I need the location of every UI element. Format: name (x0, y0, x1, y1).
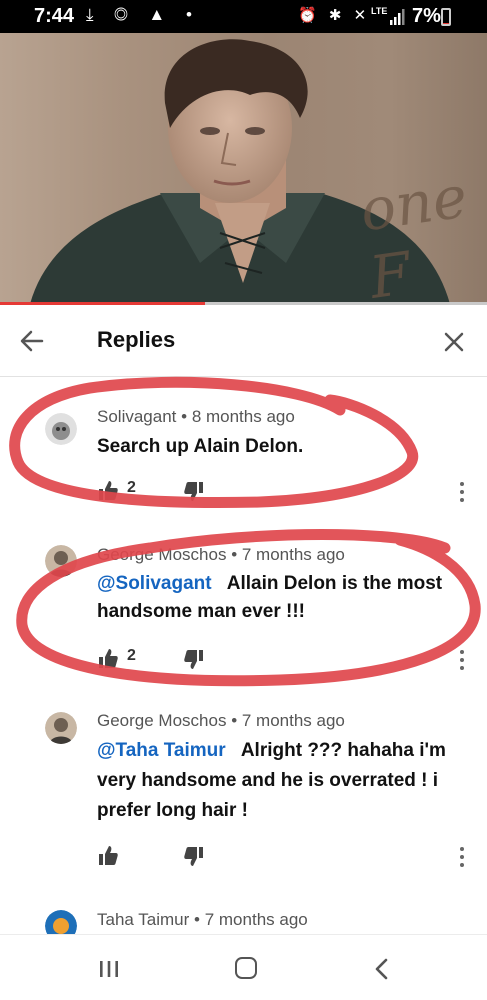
reply-author[interactable]: George Moschos (97, 711, 226, 730)
thumbs-up-icon[interactable] (97, 844, 119, 866)
video-player[interactable]: one F (0, 33, 487, 304)
replies-header: Replies (0, 305, 487, 377)
reply-item: Solivagant • 8 months ago Search up Alai… (0, 395, 487, 515)
back-icon[interactable] (372, 957, 392, 981)
close-icon[interactable] (441, 329, 467, 355)
reply-meta: Taha Taimur • 7 months ago (97, 910, 308, 930)
more-vertical-icon[interactable] (455, 649, 469, 671)
system-icons: ⏰ ✱ ✕ (298, 7, 371, 24)
battery-percent: 7% (412, 5, 441, 27)
thumbs-down-icon[interactable] (183, 649, 205, 671)
page-title: Replies (97, 327, 176, 352)
system-navigation-bar (0, 934, 487, 1000)
reply-text: @Solivagant Allain Delon is the most han… (97, 570, 469, 626)
meta-separator: • (194, 910, 200, 929)
reply-author[interactable]: Solivagant (97, 407, 176, 426)
like-count: 2 (127, 647, 136, 664)
more-vertical-icon[interactable] (455, 481, 469, 503)
reply-time: 7 months ago (204, 910, 308, 929)
thumbs-down-icon[interactable] (183, 481, 205, 503)
thumbs-down-icon[interactable] (183, 846, 205, 868)
video-background-text: one F (356, 162, 472, 304)
meta-separator: • (231, 545, 238, 564)
notification-icons: ⤓ ◎ ▲ • (86, 5, 200, 24)
reply-meta: George Moschos • 7 months ago (97, 711, 345, 731)
reply-mention-link[interactable]: @Solivagant (97, 573, 212, 594)
reply-mention-link[interactable]: @Taha Taimur (97, 740, 226, 761)
battery-icon (441, 8, 451, 26)
reply-meta: Solivagant • 8 months ago (97, 407, 295, 427)
reply-item: George Moschos • 7 months ago @Solivagan… (0, 535, 487, 675)
reply-author[interactable]: George Moschos (97, 545, 226, 564)
avatar[interactable] (45, 413, 77, 445)
reply-text: @Taha Taimur Alright ??? hahaha i'm very… (97, 736, 469, 826)
reply-meta: George Moschos • 7 months ago (97, 545, 345, 565)
arrow-left-icon[interactable] (18, 327, 46, 355)
reply-time: 7 months ago (241, 545, 345, 564)
more-vertical-icon[interactable] (455, 846, 469, 868)
reply-text: Search up Alain Delon. (97, 433, 469, 461)
reply-time: 8 months ago (191, 407, 295, 426)
avatar[interactable] (45, 910, 77, 934)
reply-actions: 2 (97, 479, 227, 503)
like-count: 2 (127, 479, 136, 496)
thumbs-up-icon[interactable] (97, 647, 119, 669)
thumbs-up-icon[interactable] (97, 479, 119, 501)
avatar[interactable] (45, 712, 77, 744)
meta-separator: • (181, 407, 188, 426)
avatar[interactable] (45, 545, 77, 577)
network-type: LTE (371, 6, 388, 16)
status-time: 7:44 (34, 5, 75, 27)
status-bar: 7:44 ⤓ ◎ ▲ • ⏰ ✱ ✕ LTE 7% (0, 0, 487, 33)
home-icon[interactable] (235, 957, 257, 979)
recent-apps-icon[interactable] (98, 959, 120, 979)
reply-text-content: Search up Alain Delon. (97, 436, 304, 457)
meta-separator: • (231, 711, 238, 730)
reply-author[interactable]: Taha Taimur (97, 910, 189, 929)
reply-item: Taha Taimur • 7 months ago (0, 900, 487, 934)
reply-actions: 2 (97, 647, 227, 671)
reply-actions (97, 844, 227, 868)
signal-icon (390, 9, 405, 25)
reply-item: George Moschos • 7 months ago @Taha Taim… (0, 700, 487, 880)
reply-time: 7 months ago (241, 711, 345, 730)
